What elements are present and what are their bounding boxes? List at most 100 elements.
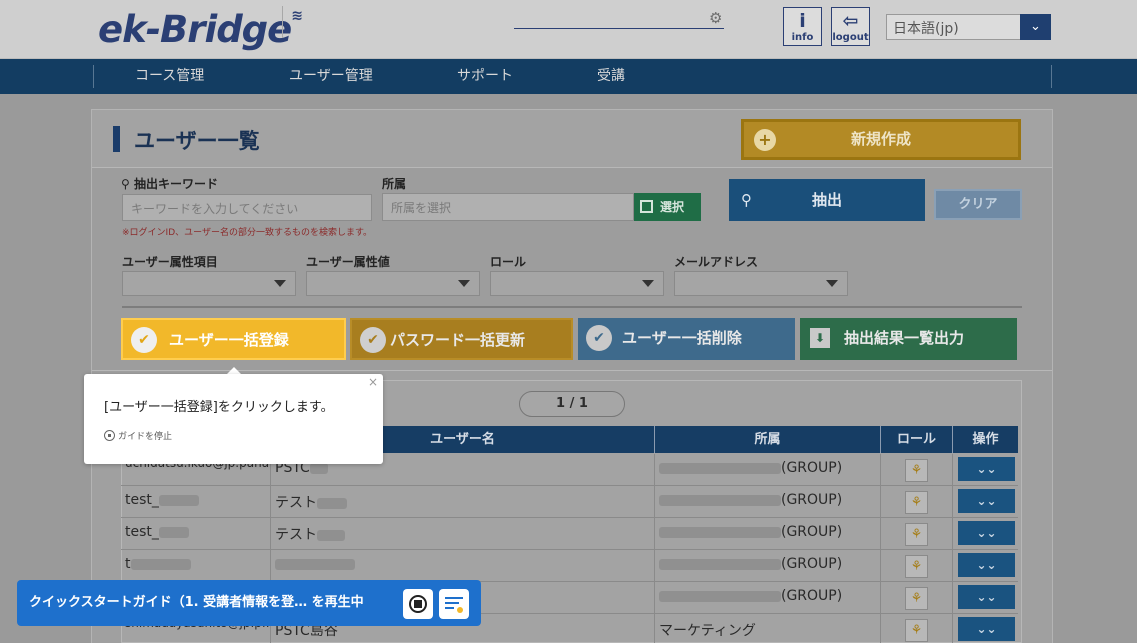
column-header-actions: 操作: [953, 426, 1018, 453]
attr-item-label: ユーザー属性項目: [122, 255, 218, 269]
nav-item-course-management[interactable]: コース管理: [135, 59, 204, 94]
affiliation-cell: (GROUP): [655, 582, 881, 614]
actions-cell: ⌄⌄: [953, 550, 1018, 582]
stop-guide-link[interactable]: ガイドを停止: [104, 429, 172, 442]
nav-divider: [1051, 65, 1052, 88]
export-results-button[interactable]: ⬇ 抽出結果一覧出力: [800, 318, 1017, 360]
affiliation-input[interactable]: 所属を選択: [382, 193, 634, 221]
column-header-role[interactable]: ロール: [881, 426, 953, 453]
role-label: ロール: [490, 255, 527, 269]
dropdown-arrow-icon: [274, 280, 286, 287]
actions-cell: ⌄⌄: [953, 518, 1018, 550]
nav-item-support[interactable]: サポート: [457, 59, 513, 94]
check-icon: ✔: [360, 327, 386, 353]
chevron-down-icon[interactable]: ⌄⌄: [958, 585, 1015, 609]
actions-cell: ⌄⌄: [953, 614, 1018, 643]
affiliation-cell: (GROUP): [655, 486, 881, 518]
header-divider: [282, 6, 283, 38]
guide-stop-button[interactable]: [403, 589, 433, 619]
bulk-register-button[interactable]: ✔ ユーザー一括登録: [121, 318, 346, 360]
attr-value-select[interactable]: [306, 271, 480, 296]
dropdown-arrow-icon: [458, 280, 470, 287]
role-cell: ⚘: [881, 582, 953, 614]
email-label: メールアドレス: [674, 255, 759, 269]
role-icon[interactable]: ⚘: [905, 619, 928, 642]
chevron-down-icon[interactable]: ⌄: [1020, 14, 1051, 40]
actions-cell: ⌄⌄: [953, 582, 1018, 614]
title-marker: [113, 126, 120, 152]
affiliation-cell: マーケティング: [655, 614, 881, 643]
list-icon: [445, 597, 463, 599]
affiliation-label: 所属: [382, 177, 407, 191]
actions-cell: ⌄⌄: [953, 454, 1018, 486]
download-icon: ⬇: [810, 328, 830, 348]
role-cell: ⚘: [881, 614, 953, 643]
nav-item-user-management[interactable]: ユーザー管理: [289, 59, 373, 94]
check-icon: ✔: [131, 327, 157, 353]
nav-item-courses[interactable]: 受講: [597, 59, 625, 94]
chevron-down-icon[interactable]: ⌄⌄: [958, 521, 1015, 545]
column-header-affiliation[interactable]: 所属: [655, 426, 881, 453]
role-icon[interactable]: ⚘: [905, 555, 928, 578]
dropdown-arrow-icon: [642, 280, 654, 287]
affiliation-cell: (GROUP): [655, 518, 881, 550]
chevron-down-icon[interactable]: ⌄⌄: [958, 489, 1015, 513]
new-create-button[interactable]: + 新規作成: [741, 119, 1021, 160]
role-icon[interactable]: ⚘: [905, 587, 928, 610]
login-id-cell: t: [121, 550, 271, 582]
stop-icon: [104, 430, 115, 441]
actions-cell: ⌄⌄: [953, 486, 1018, 518]
keyword-input[interactable]: キーワードを入力してください: [122, 194, 372, 221]
info-icon: i: [799, 10, 806, 32]
username-cell: テスト: [271, 486, 655, 518]
role-icon[interactable]: ⚘: [905, 523, 928, 546]
plus-icon: +: [754, 129, 776, 151]
header-search-input[interactable]: [514, 28, 724, 29]
table-row: test_ テスト (GROUP) ⚘ ⌄⌄: [121, 518, 1018, 550]
role-cell: ⚘: [881, 518, 953, 550]
attr-item-select[interactable]: [122, 271, 296, 296]
role-select[interactable]: [490, 271, 664, 296]
role-icon[interactable]: ⚘: [905, 459, 928, 482]
bulk-delete-button[interactable]: ✔ ユーザー一括削除: [578, 318, 795, 360]
info-button[interactable]: i info: [783, 7, 822, 46]
login-id-cell: test_: [121, 518, 271, 550]
username-cell: [271, 550, 655, 582]
gear-icon[interactable]: ⚙: [709, 9, 722, 27]
role-cell: ⚘: [881, 486, 953, 518]
role-cell: ⚘: [881, 454, 953, 486]
keyword-label: ⚲ 抽出キーワード: [121, 177, 218, 191]
pagination[interactable]: 1 / 1: [519, 391, 625, 417]
email-select[interactable]: [674, 271, 848, 296]
username-cell: テスト: [271, 518, 655, 550]
list-icon: [640, 200, 653, 213]
role-icon[interactable]: ⚘: [905, 491, 928, 514]
check-icon: ✔: [586, 325, 612, 351]
logout-icon: ⇦: [842, 10, 859, 32]
password-bulk-update-button[interactable]: ✔ パスワード一括更新: [350, 318, 573, 360]
close-icon[interactable]: ×: [368, 375, 378, 389]
chevron-down-icon[interactable]: ⌄⌄: [958, 457, 1015, 481]
table-row: t (GROUP) ⚘ ⌄⌄: [121, 550, 1018, 582]
login-id-cell: test_: [121, 486, 271, 518]
nav-divider: [93, 65, 94, 88]
ek-bridge-logo[interactable]: ek-Bridge≋: [98, 8, 303, 51]
affiliation-cell: (GROUP): [655, 454, 881, 486]
filter-separator: [122, 306, 1022, 308]
guide-list-button[interactable]: [439, 589, 469, 619]
extract-button[interactable]: ⚲ 抽出: [729, 179, 925, 221]
search-note: ※ログインID、ユーザー名の部分一致するものを検索します。: [122, 228, 373, 238]
tooltip-message: [ユーザー一括登録]をクリックします。: [104, 400, 334, 415]
clear-button[interactable]: クリア: [934, 189, 1022, 220]
affiliation-cell: (GROUP): [655, 550, 881, 582]
chevron-down-icon[interactable]: ⌄⌄: [958, 617, 1015, 641]
logout-button[interactable]: ⇦ logout: [831, 7, 870, 46]
chevron-down-icon[interactable]: ⌄⌄: [958, 553, 1015, 577]
guide-tooltip: [84, 374, 383, 464]
dropdown-arrow-icon: [826, 280, 838, 287]
table-row: test_ テスト (GROUP) ⚘ ⌄⌄: [121, 486, 1018, 518]
role-cell: ⚘: [881, 550, 953, 582]
search-icon: ⚲: [121, 177, 134, 191]
affiliation-select-button[interactable]: 選択: [634, 193, 701, 221]
attr-value-label: ユーザー属性値: [306, 255, 390, 269]
